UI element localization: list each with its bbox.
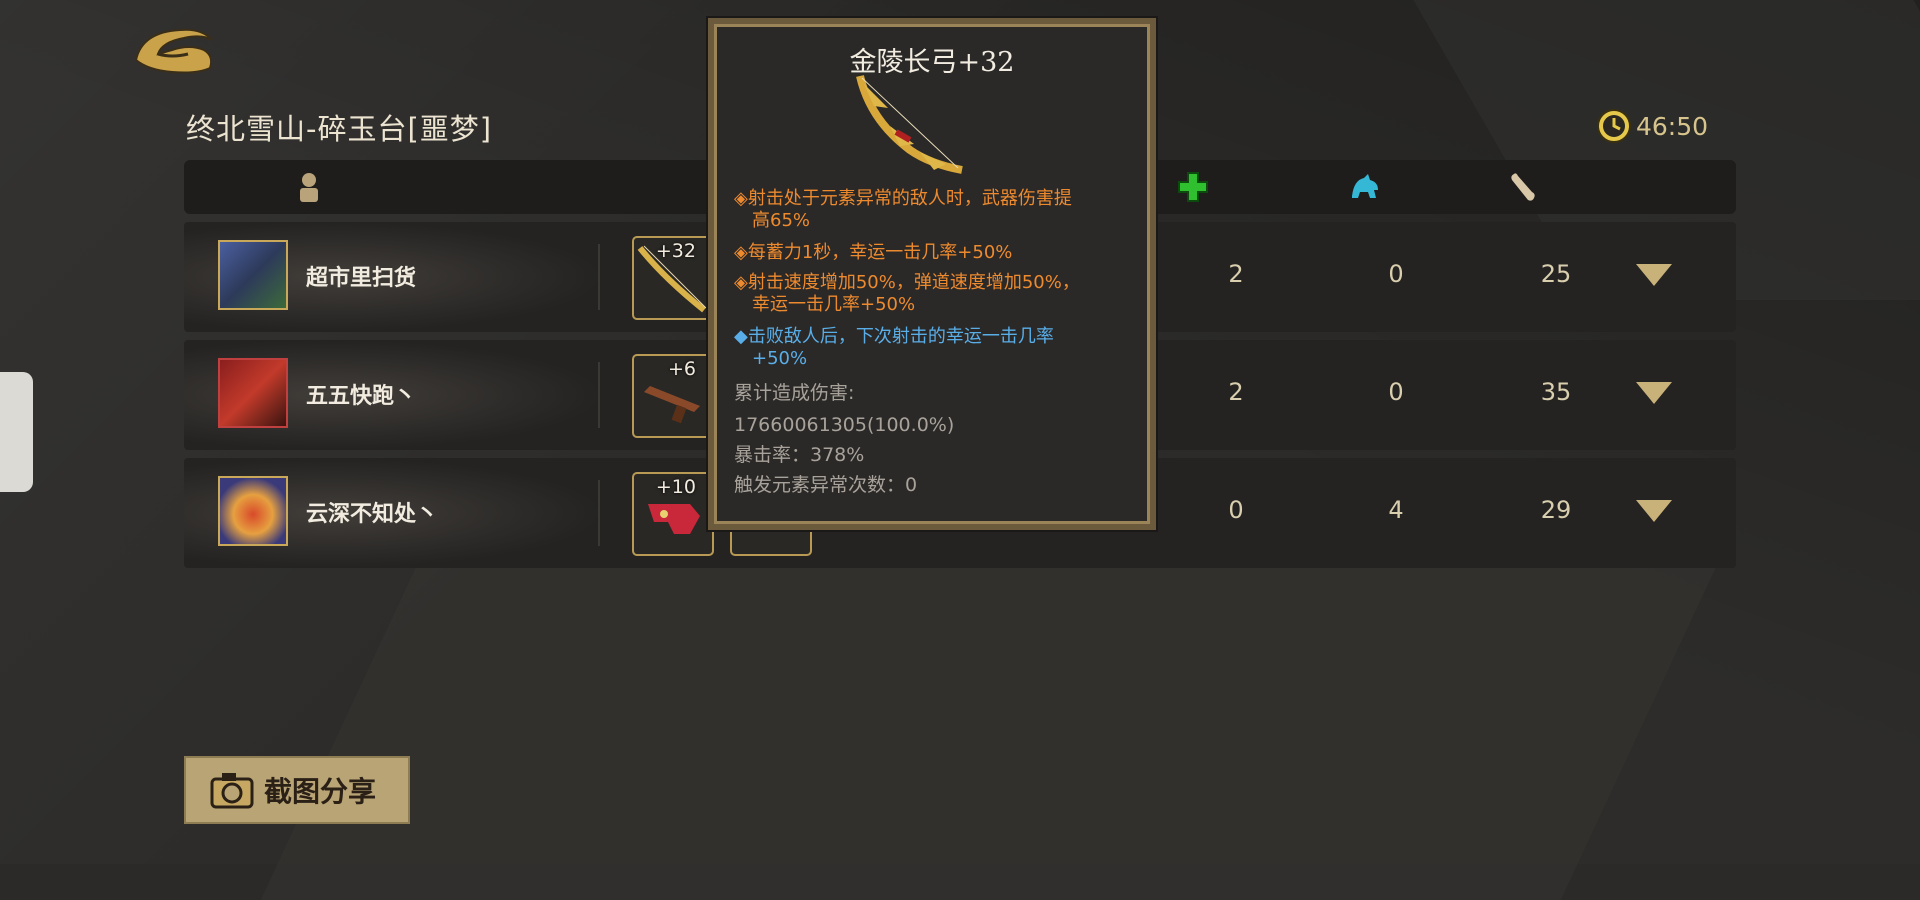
share-label: 截图分享 [264, 775, 377, 808]
divider [598, 244, 600, 310]
bone-icon [1511, 173, 1535, 201]
beast-icon [1352, 174, 1378, 198]
avatar [218, 358, 288, 428]
damage-value: 17660061305(100.0%) [734, 414, 955, 436]
heal-count: 0 [1228, 496, 1244, 524]
bone-count: 35 [1540, 378, 1572, 406]
effect-line: ◈射击处于元素异常的敌人时，武器伤害提 高65% [734, 188, 1072, 231]
camera-icon [210, 773, 254, 809]
back-arrow-icon[interactable] [132, 20, 218, 76]
background-shape [260, 560, 1720, 900]
element-trigger-count: 触发元素异常次数：0 [734, 474, 918, 496]
weapon-slot[interactable]: +10 [632, 472, 714, 556]
bow-icon [856, 75, 963, 174]
heal-count: 2 [1228, 260, 1244, 288]
weapon-level: +32 [655, 240, 696, 262]
effect-line: ◈每蓄力1秒，幸运一击几率+50% [734, 242, 1013, 263]
chevron-down-icon[interactable] [1636, 264, 1672, 286]
avatar [218, 240, 288, 310]
stage-title: 终北雪山-碎玉台[噩梦] [186, 112, 493, 146]
effect-line: ◈射击速度增加50%，弹道速度增加50%， 幸运一击几率+50% [734, 272, 1080, 315]
divider [598, 362, 600, 428]
effect-line: ◆击败敌人后，下次射击的幸运一击几率 +50% [734, 326, 1054, 369]
player-icon [300, 173, 318, 202]
heal-count: 2 [1228, 378, 1244, 406]
timer-text: 46:50 [1636, 111, 1709, 141]
avatar [218, 476, 288, 546]
chevron-down-icon[interactable] [1636, 500, 1672, 522]
beast-count: 4 [1388, 496, 1404, 524]
side-tab[interactable] [0, 372, 33, 492]
beast-count: 0 [1388, 378, 1404, 406]
chevron-down-icon[interactable] [1636, 382, 1672, 404]
divider [598, 480, 600, 546]
weapon-slot[interactable]: +32 [632, 236, 714, 320]
bone-count: 25 [1540, 260, 1572, 288]
heal-cross-icon [1178, 172, 1208, 202]
weapon-slot[interactable]: +6 [632, 354, 714, 438]
player-name: 超市里扫货 [306, 266, 417, 291]
damage-label: 累计造成伤害: [734, 382, 855, 404]
beast-count: 0 [1388, 260, 1404, 288]
weapon-tooltip: 金陵长弓+32 ◈射击处于元素异常的敌人时，武器伤害提 高65% ◈每蓄力1秒，… [708, 18, 1156, 530]
timer: 46:50 [1596, 106, 1708, 146]
crit-rate: 暴击率：378% [734, 444, 865, 466]
player-name: 五五快跑丶 [306, 384, 417, 409]
player-name: 云深不知处丶 [306, 502, 439, 527]
bone-count: 29 [1540, 496, 1572, 524]
share-button[interactable]: 截图分享 [184, 756, 410, 824]
weapon-level: +10 [655, 476, 696, 498]
weapon-level: +6 [667, 358, 696, 380]
clock-icon [1597, 109, 1631, 143]
